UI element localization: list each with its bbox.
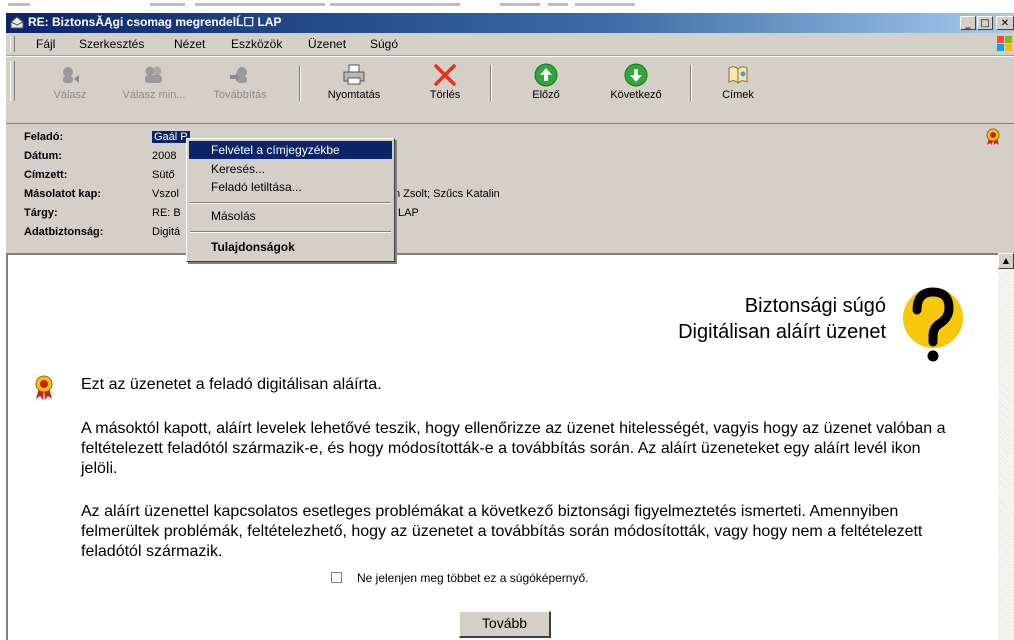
delete-icon bbox=[434, 64, 456, 86]
from-value[interactable]: Gaál P bbox=[152, 131, 190, 143]
context-add-to-contacts[interactable]: Felvétel a címjegyzékbe bbox=[189, 141, 392, 159]
date-value: 2008 bbox=[152, 150, 177, 162]
context-separator bbox=[190, 231, 391, 233]
help-paragraph-problems: Az aláírt üzenettel kapcsolatos esetlege… bbox=[81, 503, 923, 560]
to-label: Címzett: bbox=[24, 169, 68, 181]
reply-all-button[interactable]: Válasz min... bbox=[112, 63, 196, 103]
title-bar[interactable]: RE: BiztonsĂĄgi csomag megrendelĹ☐ LAP _… bbox=[6, 13, 1014, 33]
arrow-up-icon bbox=[534, 63, 558, 87]
scroll-up-arrow[interactable]: ▲ bbox=[998, 253, 1014, 269]
help-title: Biztonsági súgó Digitálisan aláírt üzene… bbox=[678, 293, 886, 345]
context-properties[interactable]: Tulajdonságok bbox=[189, 238, 392, 256]
subject-value: RE: B bbox=[152, 207, 181, 219]
cc-value-tail: n Zsolt; Szűcs Katalin bbox=[394, 188, 500, 200]
question-mark-icon bbox=[903, 287, 963, 362]
signed-seal-icon[interactable] bbox=[985, 128, 1001, 146]
next-message-button[interactable]: Következő bbox=[596, 63, 676, 103]
menu-bar: Fájl Szerkesztés Nézet Eszközök Üzenet S… bbox=[6, 33, 1014, 56]
reply-label: Válasz bbox=[53, 89, 87, 101]
menu-tools[interactable]: Eszközök bbox=[231, 37, 282, 51]
close-button[interactable]: ✕ bbox=[996, 16, 1014, 30]
maximize-button[interactable]: □ bbox=[977, 16, 993, 30]
previous-button[interactable]: Előző bbox=[516, 63, 576, 103]
menu-message[interactable]: Üzenet bbox=[308, 37, 346, 51]
subject-label: Tárgy: bbox=[24, 207, 58, 219]
addresses-button[interactable]: Címek bbox=[708, 63, 768, 103]
dont-show-again-checkbox[interactable] bbox=[331, 572, 342, 583]
context-block-sender[interactable]: Feladó letiltása... bbox=[189, 178, 392, 196]
toolbar: Válasz Válasz min... Továbbítás Nyomtatá… bbox=[6, 56, 1014, 124]
help-paragraph-signed: Ezt az üzenetet a feladó digitálisan alá… bbox=[81, 376, 382, 393]
addresses-label: Címek bbox=[722, 89, 754, 101]
help-title-line2: Digitálisan aláírt üzenet bbox=[678, 321, 886, 343]
reply-all-label: Válasz min... bbox=[122, 89, 186, 101]
security-label: Adatbiztonság: bbox=[24, 226, 104, 238]
subject-value-tail: LAP bbox=[398, 207, 419, 219]
mail-window-icon bbox=[10, 16, 24, 29]
menu-file[interactable]: Fájl bbox=[36, 37, 55, 51]
sender-name[interactable]: Gaál P bbox=[152, 131, 190, 143]
date-label: Dátum: bbox=[24, 150, 62, 162]
reply-button[interactable]: Válasz bbox=[42, 63, 98, 103]
print-button[interactable]: Nyomtatás bbox=[314, 63, 394, 103]
help-paragraph-explanation: A másoktól kapott, aláírt levelek lehető… bbox=[81, 420, 946, 477]
to-value: Sütő bbox=[152, 169, 175, 181]
menu-grip[interactable] bbox=[10, 36, 15, 52]
toolbar-grip[interactable] bbox=[10, 61, 15, 101]
dont-show-again-label[interactable]: Ne jelenjen meg többet ez a súgóképernyő… bbox=[357, 571, 589, 585]
arrow-down-icon bbox=[624, 63, 648, 87]
context-search[interactable]: Keresés... bbox=[189, 160, 392, 178]
reply-icon bbox=[63, 67, 79, 83]
minimize-button[interactable]: _ bbox=[960, 16, 976, 30]
print-label: Nyomtatás bbox=[327, 89, 381, 101]
from-label: Feladó: bbox=[24, 131, 64, 143]
sender-context-menu: Felvétel a címjegyzékbe Keresés... Felad… bbox=[186, 138, 395, 262]
background-window-edge bbox=[0, 0, 1014, 12]
cc-value: Vszol bbox=[152, 188, 179, 200]
toolbar-separator bbox=[490, 65, 492, 101]
forward-button[interactable]: Továbbítás bbox=[203, 63, 277, 103]
printer-icon bbox=[343, 64, 365, 85]
vertical-scrollbar[interactable] bbox=[998, 253, 1014, 640]
cc-label: Másolatot kap: bbox=[24, 188, 102, 200]
continue-button[interactable]: Tovább bbox=[459, 611, 551, 638]
forward-label: Továbbítás bbox=[213, 89, 267, 101]
reply-all-icon bbox=[145, 66, 162, 83]
context-copy[interactable]: Másolás bbox=[189, 207, 392, 225]
address-book-icon bbox=[728, 66, 748, 84]
help-title-line1: Biztonsági súgó bbox=[744, 295, 886, 317]
menu-view[interactable]: Nézet bbox=[174, 37, 205, 51]
signed-message-icon bbox=[35, 375, 53, 400]
delete-button[interactable]: Törlés bbox=[415, 63, 475, 103]
forward-icon bbox=[230, 67, 247, 83]
window-title: RE: BiztonsĂĄgi csomag megrendelĹ☐ LAP bbox=[28, 15, 282, 29]
menu-help[interactable]: Súgó bbox=[370, 37, 398, 51]
menu-edit[interactable]: Szerkesztés bbox=[79, 37, 144, 51]
toolbar-separator bbox=[299, 65, 301, 101]
context-separator bbox=[190, 202, 391, 204]
next-message-label: Következő bbox=[610, 89, 662, 101]
windows-logo-icon bbox=[997, 36, 1012, 51]
security-value: Digitá bbox=[152, 226, 181, 238]
toolbar-separator bbox=[690, 65, 692, 101]
previous-label: Előző bbox=[532, 89, 560, 101]
delete-label: Törlés bbox=[429, 89, 461, 101]
